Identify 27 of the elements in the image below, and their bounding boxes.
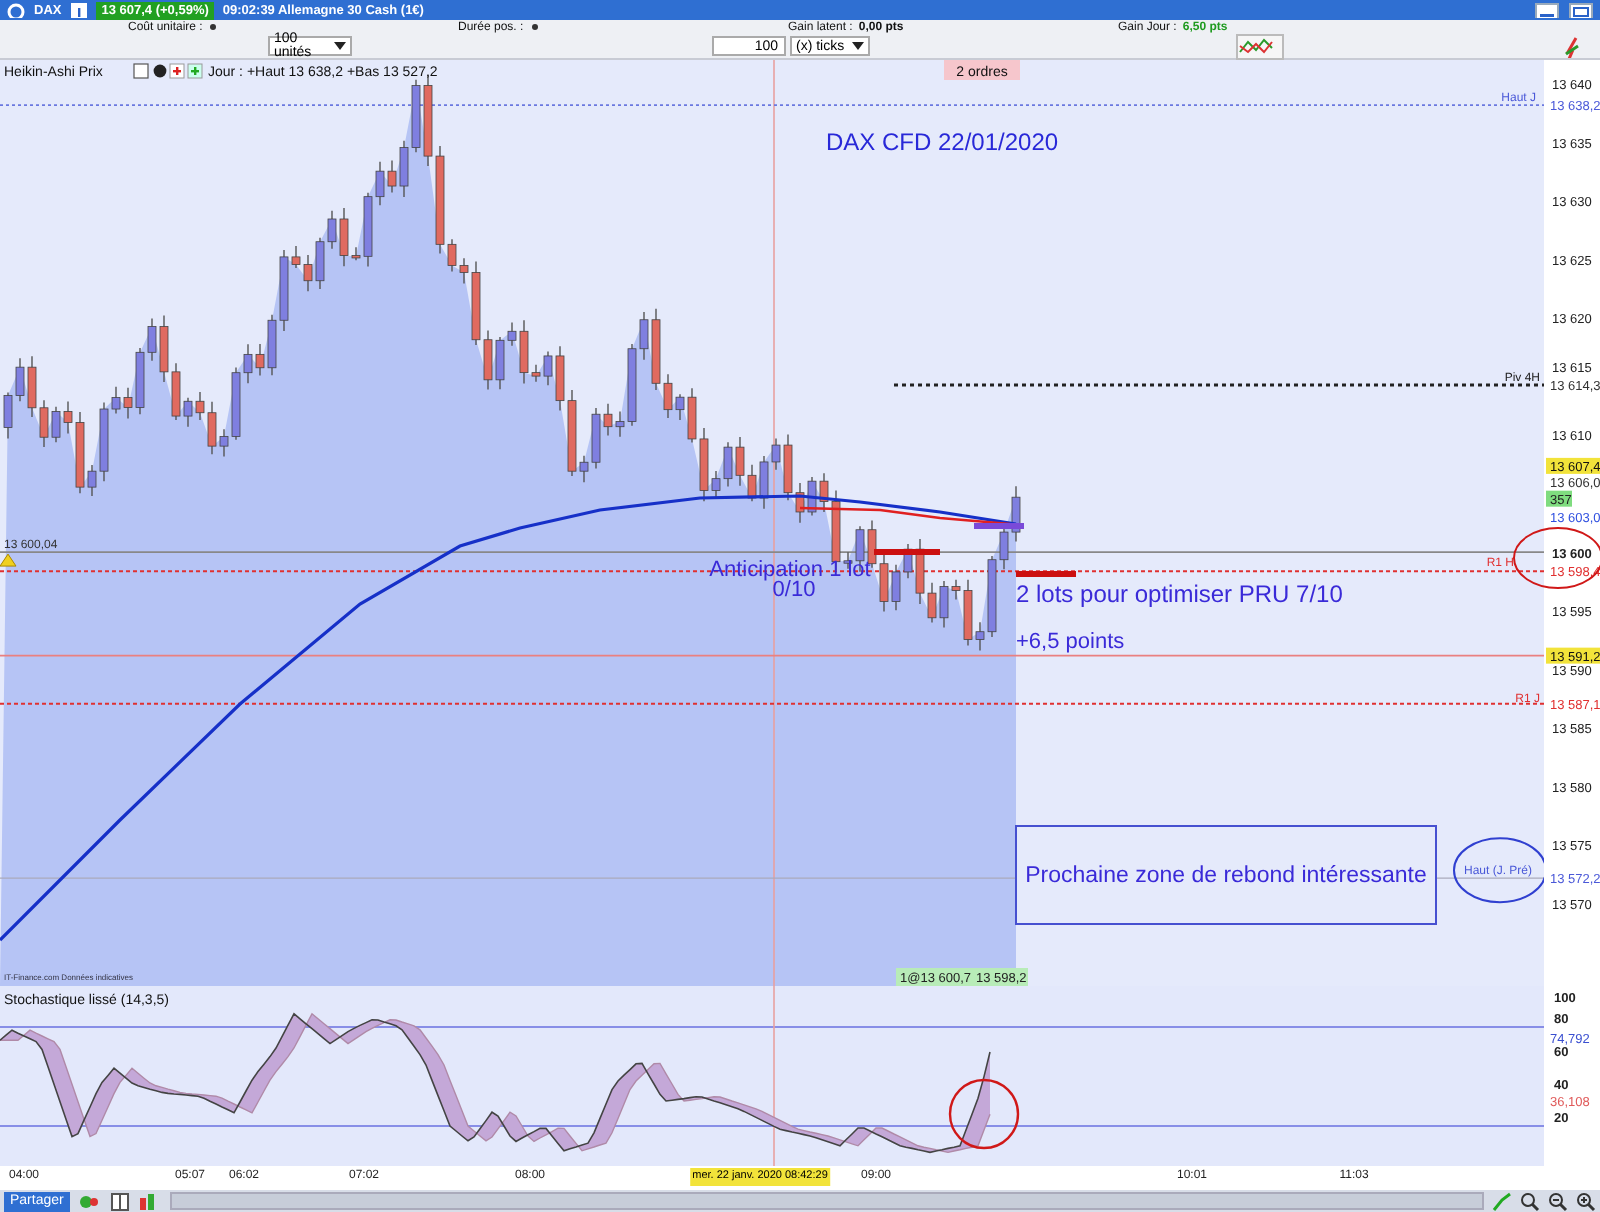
minimize-icon[interactable]	[1534, 2, 1560, 18]
scrollbar[interactable]	[169, 1192, 1484, 1210]
trend-icon[interactable]	[1562, 34, 1582, 58]
grid-icon[interactable]	[109, 1191, 130, 1211]
order-marker[interactable]	[874, 549, 940, 555]
add-icon[interactable]	[169, 63, 185, 79]
order-marker[interactable]	[974, 523, 1024, 529]
chart-note: 2 lots pour optimiser PRU 7/10	[1016, 580, 1343, 608]
maximize-icon[interactable]	[1568, 2, 1594, 18]
add-icon[interactable]	[187, 63, 203, 79]
chart-note: +6,5 points	[1016, 630, 1125, 654]
info-icon[interactable]	[69, 2, 88, 18]
zoom-icon[interactable]	[1520, 1191, 1540, 1211]
close-icon[interactable]	[153, 64, 167, 78]
dropdown-icon[interactable]	[529, 22, 540, 32]
zoom-in-icon[interactable]	[1576, 1191, 1596, 1211]
chart-note: 0/10	[772, 578, 816, 602]
highlight-ellipse	[1453, 837, 1547, 904]
dropdown-icon[interactable]	[208, 22, 219, 32]
callout-text: Prochaine zone de rebond intéressante	[1025, 864, 1427, 888]
alert-icon[interactable]	[0, 553, 17, 567]
chart-annotation-title: DAX CFD 22/01/2020	[826, 128, 1059, 156]
zoom-out-icon[interactable]	[1548, 1191, 1568, 1211]
stop-marker[interactable]	[1016, 571, 1076, 577]
highlight-circle	[948, 1078, 1020, 1150]
orders-badge[interactable]	[944, 60, 1020, 80]
chart-type-icon[interactable]	[1236, 33, 1284, 59]
